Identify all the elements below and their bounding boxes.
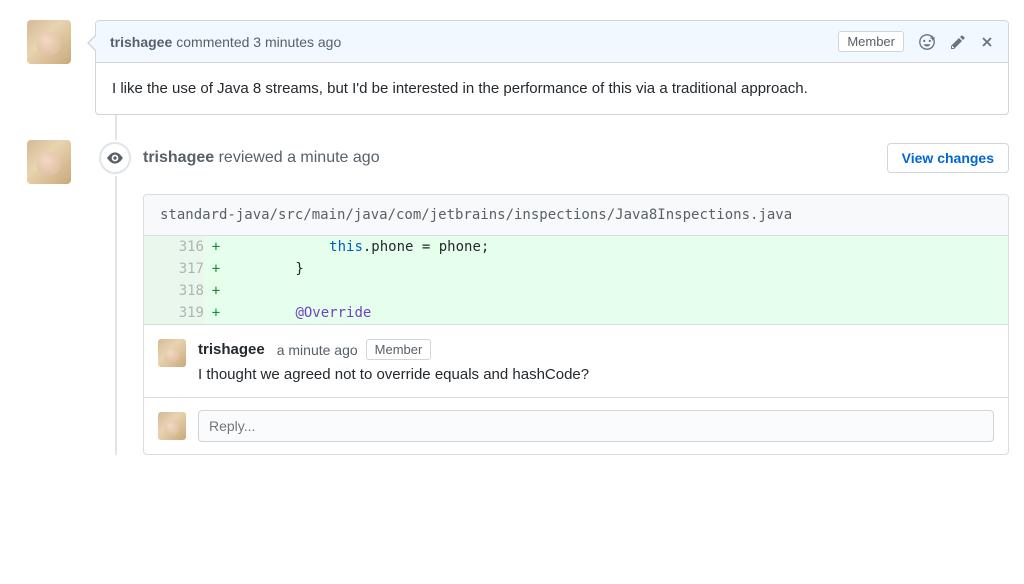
avatar-column [15,140,95,455]
reply-area [144,397,1008,454]
add-reaction-icon[interactable] [918,33,936,51]
comment-header: trishagee commented 3 minutes ago Member [96,21,1008,63]
view-changes-button[interactable]: View changes [887,143,1009,173]
member-badge: Member [366,339,432,360]
diff-line: 317+ } [144,258,1008,280]
reply-input[interactable] [198,410,994,442]
comment-meta: commented 3 minutes ago [176,34,341,50]
file-path[interactable]: standard-java/src/main/java/com/jetbrain… [144,195,1008,236]
comment-author[interactable]: trishagee [110,34,172,50]
inline-time: a minute ago [277,342,358,358]
close-icon[interactable] [980,35,994,49]
avatar[interactable] [27,140,71,184]
review-meta: trishagee reviewed a minute ago [143,149,380,167]
avatar[interactable] [158,412,186,440]
code-review-block: standard-java/src/main/java/com/jetbrain… [143,194,1009,455]
inline-comment: trishagee a minute ago Member I thought … [144,324,1008,397]
avatar-column [15,20,95,115]
inline-author[interactable]: trishagee [198,341,265,358]
diff-line: 319+ @Override [144,302,1008,324]
review-header: trishagee reviewed a minute ago View cha… [95,140,1009,176]
comment-body: I like the use of Java 8 streams, but I'… [96,63,1008,114]
avatar[interactable] [27,20,71,64]
comment-item: trishagee commented 3 minutes ago Member [15,20,1009,115]
member-badge: Member [838,31,904,52]
diff-table: 316+ this.phone = phone;317+ }318+319+ @… [144,236,1008,324]
avatar[interactable] [158,339,186,367]
diff-line: 316+ this.phone = phone; [144,236,1008,258]
comment-actions [918,33,994,51]
review-item: trishagee reviewed a minute ago View cha… [15,140,1009,455]
comment-box: trishagee commented 3 minutes ago Member [95,20,1009,115]
review-author[interactable]: trishagee [143,149,214,166]
eye-icon [99,142,131,174]
edit-icon[interactable] [950,34,966,50]
diff-line: 318+ [144,280,1008,302]
inline-body: I thought we agreed not to override equa… [198,366,994,383]
